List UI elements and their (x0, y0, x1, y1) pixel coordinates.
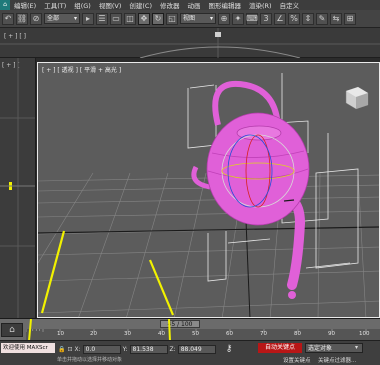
selection-filter-dropdown[interactable]: 全部 ▾ (44, 13, 80, 24)
snap-toggle-icon[interactable]: 3 (260, 12, 272, 25)
track-ticks (26, 329, 367, 332)
unlink-icon[interactable]: ⊘ (30, 12, 42, 25)
undo-icon[interactable]: ↶ (2, 12, 14, 25)
select-object-icon[interactable]: ▸ (82, 12, 94, 25)
timeline: ⌂ 45 / 100 10 20 30 40 50 60 70 80 90 10… (0, 318, 380, 341)
key-icon[interactable]: ⚷ (226, 344, 233, 354)
tick-40: 40 (158, 331, 165, 337)
menu-modifiers[interactable]: 修改器 (156, 0, 184, 10)
menu-animation[interactable]: 动画 (184, 0, 205, 10)
window-crossing-icon[interactable]: ◫ (124, 12, 136, 25)
x-coordinate-field[interactable]: 0.0 (82, 344, 121, 354)
menu-group[interactable]: 组(G) (70, 0, 95, 10)
menu-customize[interactable]: 自定义 (276, 0, 304, 10)
select-rotate-icon[interactable]: ↻ (152, 12, 164, 25)
main-toolbar: ↶ ⛓ ⊘ 全部 ▾ ▸ ☰ ▭ ◫ ✥ ↻ ◱ 视图 ▾ ⊕ ✦ ⌨ 3 ∠ % … (0, 10, 380, 28)
selection-set-value: 选定对象 (308, 345, 333, 352)
track-bar[interactable] (26, 329, 380, 340)
tick-30: 30 (124, 331, 131, 337)
manipulate-icon[interactable]: ✦ (232, 12, 244, 25)
tick-60: 60 (226, 331, 233, 337)
spinner-snap-icon[interactable]: ⇕ (302, 12, 314, 25)
menu-bar: ⌂ 编辑(E) 工具(T) 组(G) 视图(V) 创建(C) 修改器 动画 图形… (0, 0, 380, 10)
z-coordinate-field[interactable]: 88.049 (177, 344, 216, 354)
annotation-line-right (148, 259, 175, 316)
keyboard-shortcut-icon[interactable]: ⌨ (246, 12, 258, 25)
lock-selection-icon[interactable]: 🔒 (58, 346, 65, 353)
menu-rendering[interactable]: 渲染(R) (245, 0, 276, 10)
tick-100: 100 (359, 331, 370, 337)
perspective-viewport[interactable]: [ + ] [ 透视 ] [ 平滑 + 高光 ] (37, 62, 380, 318)
prompt-line: 单击并拖动以选择并移动对象 (57, 357, 123, 363)
align-icon[interactable]: ⊞ (344, 12, 356, 25)
menu-graph-editors[interactable]: 图形编辑器 (205, 0, 246, 10)
menu-tools[interactable]: 工具(T) (40, 0, 70, 10)
viewport-label[interactable]: [ + ] [ 透视 ] [ 平滑 + 高光 ] (42, 65, 121, 74)
coordinate-display: 🔒 ⊡ X: 0.0 Y: 81.538 Z: 88.049 ⚷ (58, 344, 232, 354)
absolute-mode-icon[interactable]: ⊡ (67, 346, 72, 353)
select-scale-icon[interactable]: ◱ (166, 12, 178, 25)
time-slider[interactable]: 45 / 100 (160, 320, 200, 328)
svg-text:[ + ] [ ]: [ + ] [ ] (4, 33, 26, 40)
chevron-down-icon[interactable]: ▾ (355, 344, 358, 351)
maxscript-listener[interactable]: 欢迎使用 MAXScr (1, 343, 55, 353)
key-filters-button[interactable]: 关键点过滤器... (318, 356, 356, 364)
x-label: X: (74, 345, 81, 353)
y-label: Y: (122, 345, 128, 353)
mini-curve-editor-icon[interactable]: ⌂ (1, 323, 23, 337)
rect-region-icon[interactable]: ▭ (110, 12, 122, 25)
top-viewport-graphics: [ + ] [ ] (0, 28, 380, 58)
pivot-center-icon[interactable]: ⊕ (218, 12, 230, 25)
named-selection-icon[interactable]: ✎ (316, 12, 328, 25)
annotation-line-left (40, 230, 66, 314)
auto-key-button[interactable]: 自动关键点 (258, 343, 302, 353)
y-coordinate-field[interactable]: 81.538 (129, 344, 168, 354)
tick-80: 80 (294, 331, 301, 337)
select-move-icon[interactable]: ✥ (138, 12, 150, 25)
selection-filter-value: 全部 (47, 15, 60, 22)
mirror-icon[interactable]: ⇆ (330, 12, 342, 25)
tick-20: 20 (90, 331, 97, 337)
left-viewport-graphics: [ + ] [ (0, 58, 35, 318)
reference-coord-dropdown[interactable]: 视图 ▾ (180, 13, 216, 24)
angle-snap-icon[interactable]: ∠ (274, 12, 286, 25)
tick-90: 90 (328, 331, 335, 337)
reference-coord-value: 视图 (183, 15, 196, 22)
status-bar: 欢迎使用 MAXScr 🔒 ⊡ X: 0.0 Y: 81.538 Z: 88.0… (0, 340, 380, 365)
set-key-button[interactable]: 设置关键点 (283, 356, 311, 364)
chevron-down-icon: ▾ (209, 15, 213, 22)
link-icon[interactable]: ⛓ (16, 12, 28, 25)
left-viewport[interactable]: [ + ] [ (0, 58, 36, 318)
top-viewport-strip[interactable]: [ + ] [ ] (0, 28, 380, 58)
tick-10: 10 (57, 331, 64, 337)
menu-create[interactable]: 创建(C) (125, 0, 156, 10)
chevron-down-icon: ▾ (73, 15, 77, 22)
menu-view[interactable]: 视图(V) (95, 0, 126, 10)
app-logo-icon[interactable]: ⌂ (0, 0, 10, 10)
percent-snap-icon[interactable]: % (288, 12, 300, 25)
select-by-name-icon[interactable]: ☰ (96, 12, 108, 25)
scene-graphics (38, 73, 379, 317)
home-grid (38, 172, 379, 317)
menu-edit[interactable]: 编辑(E) (10, 0, 40, 10)
tick-70: 70 (260, 331, 267, 337)
teapot-object[interactable] (191, 80, 310, 299)
tick-50: 50 (192, 331, 199, 337)
view-cube-icon[interactable] (345, 86, 369, 110)
svg-text:[ + ] [: [ + ] [ (2, 62, 20, 69)
z-label: Z: (169, 345, 176, 353)
